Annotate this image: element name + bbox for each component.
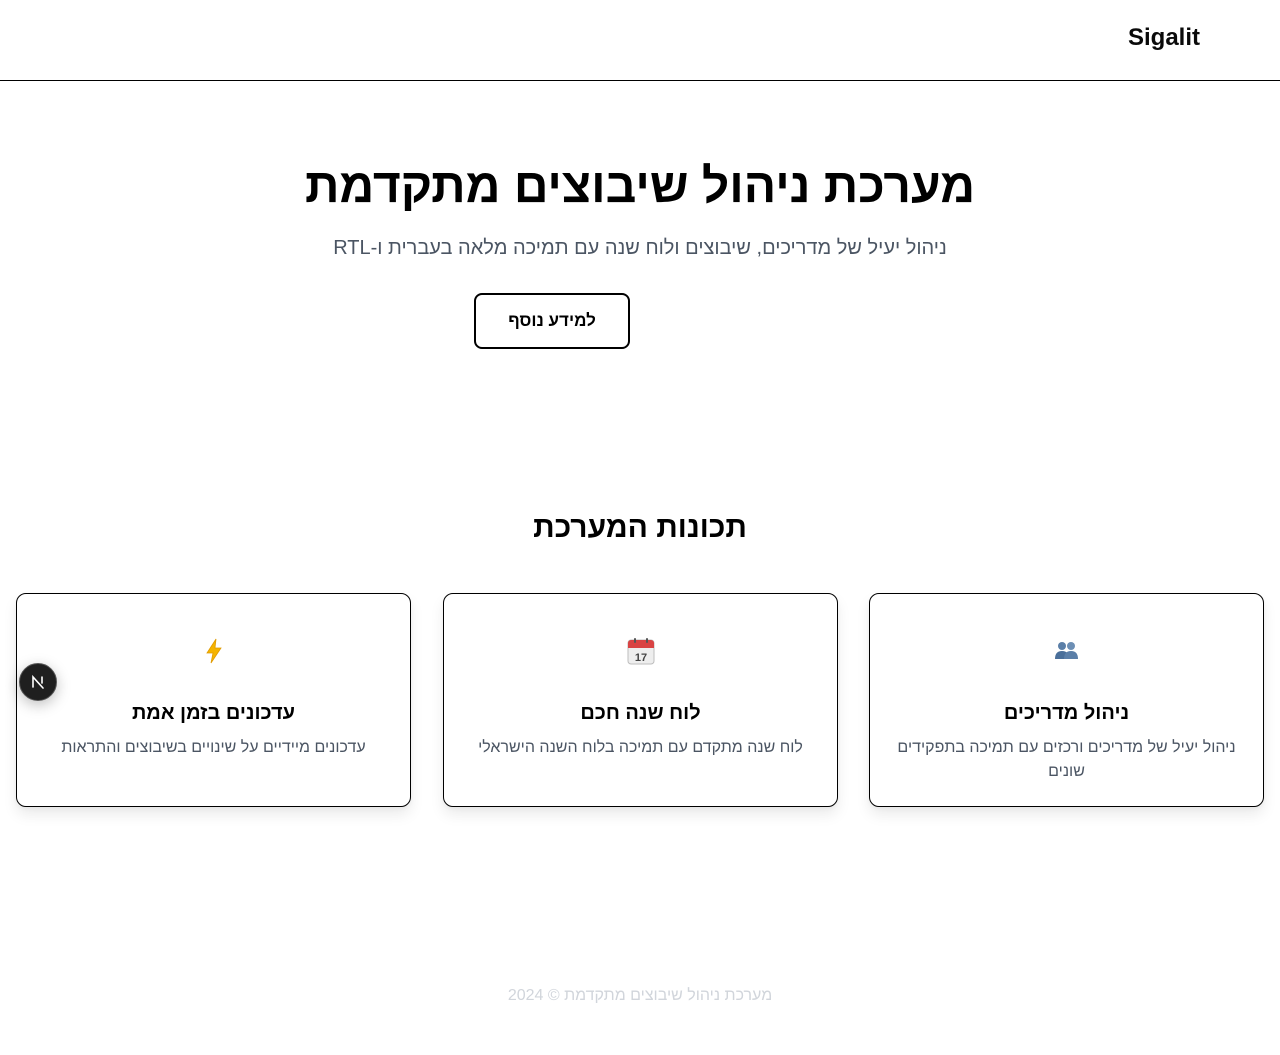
features-title: תכונות המערכת [533,511,747,544]
people-icon [870,636,1263,666]
lightning-icon [17,636,410,666]
nextjs-n-icon [32,674,44,689]
site-footer: מערכת ניהול שיבוצים מתקדמת © 2024 [507,987,773,1004]
nextjs-dev-badge[interactable] [19,663,57,701]
card-description: לוח שנה מתקדם עם תמיכה בלוח השנה הישראלי [478,739,803,756]
card-title: עדכונים בזמן אמת [131,702,296,724]
card-description: עדכונים מיידיים על שינויים בשיבוצים והתר… [61,739,366,756]
svg-text:17: 17 [634,652,646,664]
learn-more-button[interactable]: למידע נוסף [474,293,630,349]
hero-subtitle: ניהול יעיל של מדריכים, שיבוצים ולוח שנה … [333,237,947,259]
feature-card-calendar: 17 לוח שנה חכם לוח שנה מתקדם עם תמיכה בל… [443,593,838,807]
brand-logo[interactable]: Sigalit [1128,24,1200,52]
hero-title: מערכת ניהול שיבוצים מתקדמת [304,160,976,213]
site-header: Sigalit [0,0,1280,81]
feature-card-realtime: עדכונים בזמן אמת עדכונים מיידיים על שינו… [16,593,411,807]
calendar-icon: 17 [444,636,837,666]
feature-card-guides: ניהול מדריכים ניהול יעיל של מדריכים ורכז… [869,593,1264,807]
card-title: ניהול מדריכים [1003,702,1130,724]
card-description: ניהול יעיל של מדריכים ורכזים עם תמיכה בת… [897,739,1236,780]
card-title: לוח שנה חכם [580,702,701,724]
